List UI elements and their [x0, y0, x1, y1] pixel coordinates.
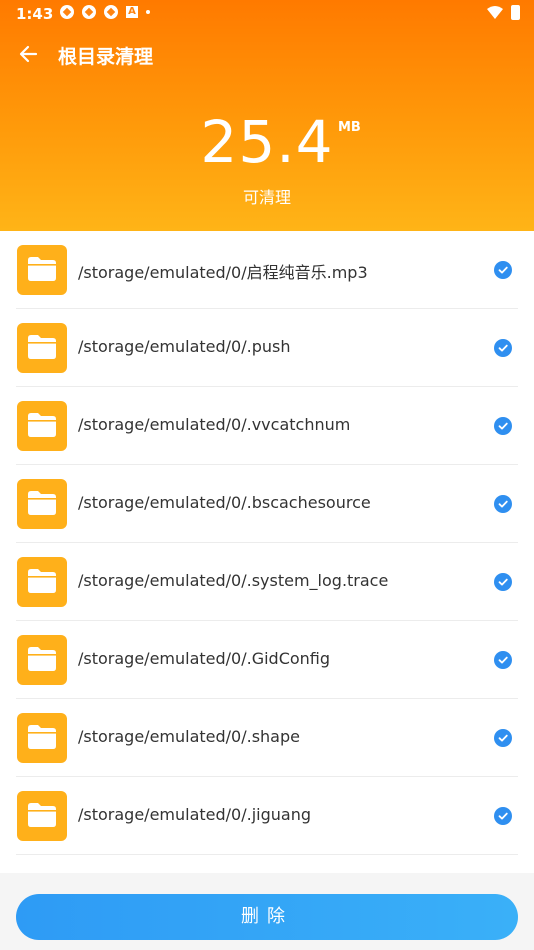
list-item[interactable]: /storage/emulated/0/.bscachesource	[0, 465, 534, 543]
notification-app-icon	[82, 5, 96, 19]
top-app-bar: 根目录清理	[0, 35, 534, 73]
notification-app-icon	[104, 5, 118, 19]
notification-a-icon: A	[126, 6, 138, 18]
checkbox-checked-icon[interactable]	[494, 573, 512, 591]
checkbox-checked-icon[interactable]	[494, 417, 512, 435]
notification-app-icon	[60, 5, 74, 19]
file-path: /storage/emulated/0/.system_log.trace	[78, 571, 389, 590]
footer-bar: 删除	[0, 873, 534, 950]
folder-icon	[17, 791, 67, 841]
cleanable-caption: 可清理	[242, 188, 291, 207]
file-path: /storage/emulated/0/.push	[78, 337, 291, 356]
delete-button[interactable]: 删除	[16, 894, 518, 940]
list-item[interactable]: /storage/emulated/0/.push	[0, 309, 534, 387]
checkbox-checked-icon[interactable]	[494, 261, 512, 279]
status-bar: 1:43 A	[0, 0, 534, 28]
folder-icon	[17, 635, 67, 685]
file-path: /storage/emulated/0/.GidConfig	[78, 649, 331, 668]
checkbox-checked-icon[interactable]	[494, 807, 512, 825]
folder-icon	[17, 713, 67, 763]
checkbox-checked-icon[interactable]	[494, 495, 512, 513]
checkbox-checked-icon[interactable]	[494, 651, 512, 669]
status-time: 1:43	[16, 5, 54, 23]
file-list: /storage/emulated/0/启程纯音乐.mp3/storage/em…	[0, 231, 534, 873]
folder-icon	[17, 557, 67, 607]
folder-icon	[17, 401, 67, 451]
system-icons	[487, 5, 520, 20]
checkbox-checked-icon[interactable]	[494, 339, 512, 357]
file-path: /storage/emulated/0/.shape	[78, 727, 300, 746]
list-item[interactable]: /storage/emulated/0/.system_log.trace	[0, 543, 534, 621]
list-item[interactable]: /storage/emulated/0/.GidConfig	[0, 621, 534, 699]
back-arrow-icon[interactable]	[14, 39, 44, 69]
folder-icon	[17, 479, 67, 529]
cleanable-size-value: 25.4	[0, 108, 534, 176]
list-item[interactable]: /storage/emulated/0/.jiguang	[0, 777, 534, 855]
checkbox-checked-icon[interactable]	[494, 729, 512, 747]
list-item[interactable]: /storage/emulated/0/.vvcatchnum	[0, 387, 534, 465]
list-item[interactable]: /storage/emulated/0/.shape	[0, 699, 534, 777]
file-path: /storage/emulated/0/启程纯音乐.mp3	[78, 263, 368, 282]
file-path: /storage/emulated/0/.vvcatchnum	[78, 415, 351, 434]
notification-icons: A	[60, 5, 150, 19]
cleanable-size-number: 25.4	[200, 108, 334, 176]
folder-icon	[17, 323, 67, 373]
cleanable-size-unit: MB	[338, 120, 361, 135]
header-banner: 1:43 A 根目录清理 25.4 MB 可清理	[0, 0, 534, 231]
battery-icon	[511, 5, 520, 20]
page-title: 根目录清理	[58, 46, 154, 68]
folder-icon	[17, 245, 67, 295]
file-path: /storage/emulated/0/.jiguang	[78, 805, 311, 824]
more-notifications-dot-icon	[146, 10, 150, 14]
row-divider	[16, 854, 518, 855]
list-item[interactable]: /storage/emulated/0/启程纯音乐.mp3	[0, 231, 534, 309]
file-path: /storage/emulated/0/.bscachesource	[78, 493, 371, 512]
wifi-icon	[487, 6, 503, 19]
